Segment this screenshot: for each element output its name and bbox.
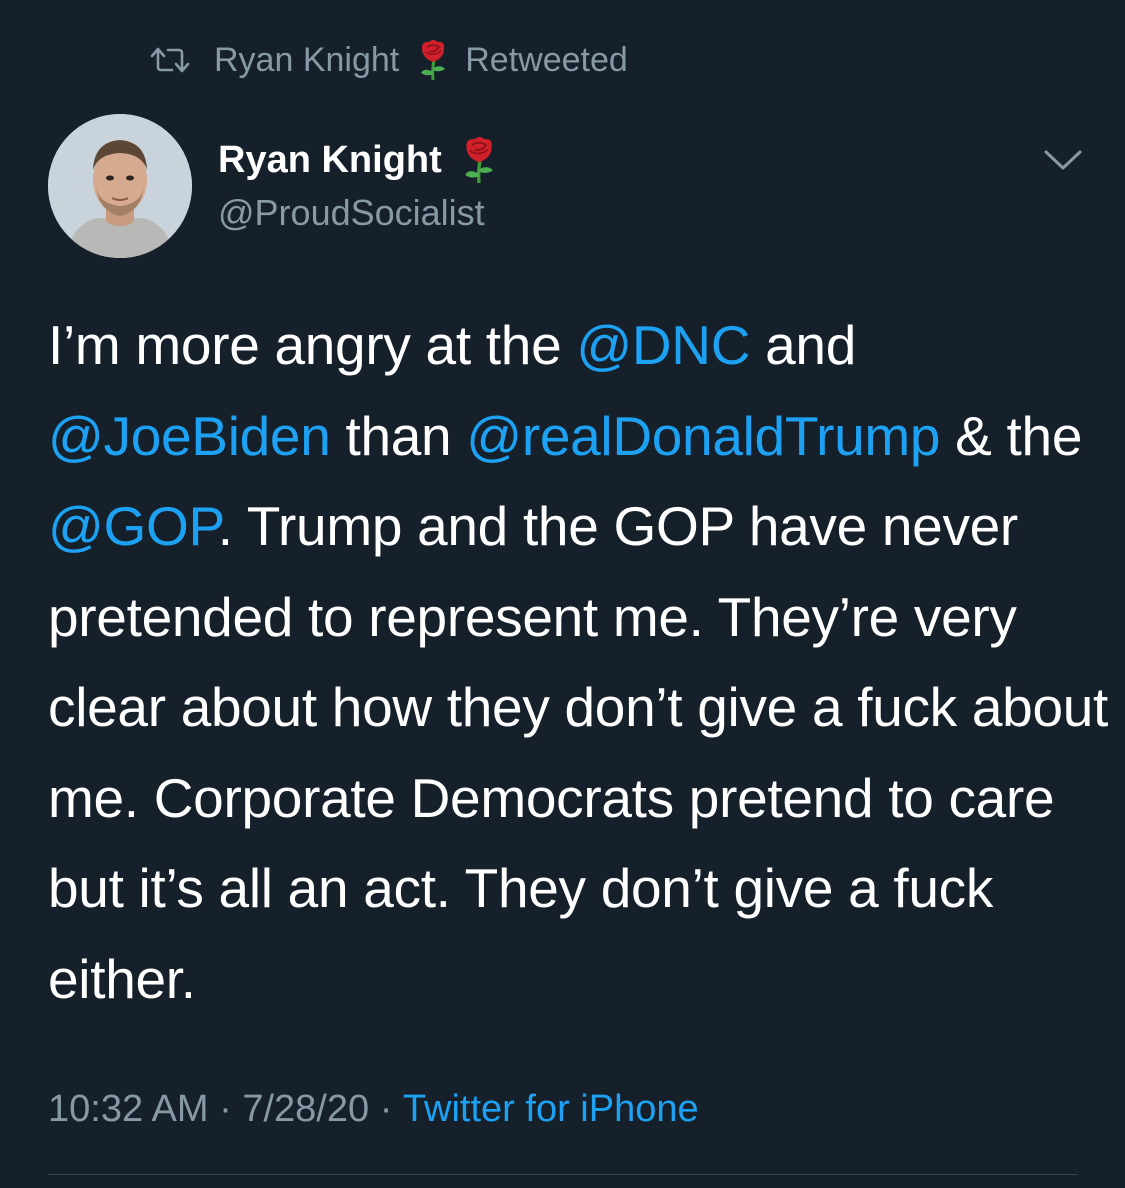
author-handle[interactable]: @ProudSocialist <box>218 192 502 234</box>
divider <box>48 1174 1077 1175</box>
retweeter-name[interactable]: Ryan Knight <box>214 41 399 80</box>
retweet-icon <box>150 45 190 75</box>
avatar[interactable] <box>48 114 192 258</box>
retweeted-label: Retweeted <box>465 40 628 79</box>
rose-icon <box>456 134 502 186</box>
meta-separator: · <box>369 1088 403 1130</box>
meta-separator: · <box>208 1088 243 1130</box>
tweet-meta: 10:32 AM · 7/28/20 · Twitter for iPhone <box>48 1088 699 1131</box>
tweet-date: 7/28/20 <box>242 1088 370 1130</box>
tweet-text-segment: I’m more angry at the <box>48 314 577 376</box>
rose-icon <box>413 38 453 82</box>
tweet-time: 10:32 AM <box>48 1088 209 1130</box>
mention-link[interactable]: @JoeBiden <box>48 405 331 467</box>
tweet-text-segment: & the <box>940 404 1083 467</box>
mention-link[interactable]: @DNC <box>576 314 750 376</box>
tweet-text-segment: and <box>750 314 856 376</box>
author-block[interactable]: Ryan Knight @ProudSocialist <box>218 134 502 234</box>
tweet-source-link[interactable]: Twitter for iPhone <box>403 1088 699 1131</box>
tweet-text-segment: than <box>330 404 467 467</box>
tweet-text-segment: . Trump and the GOP have never pretended… <box>48 495 1108 1010</box>
chevron-down-icon[interactable] <box>1040 140 1086 180</box>
author-display-name[interactable]: Ryan Knight <box>218 139 442 182</box>
mention-link[interactable]: @GOP <box>48 495 218 557</box>
retweet-context[interactable]: Ryan Knight Retweeted <box>150 36 628 84</box>
tweet-text: I’m more angry at the @DNC and @JoeBiden… <box>48 300 1108 1024</box>
mention-link[interactable]: @realDonaldTrump <box>466 405 940 467</box>
